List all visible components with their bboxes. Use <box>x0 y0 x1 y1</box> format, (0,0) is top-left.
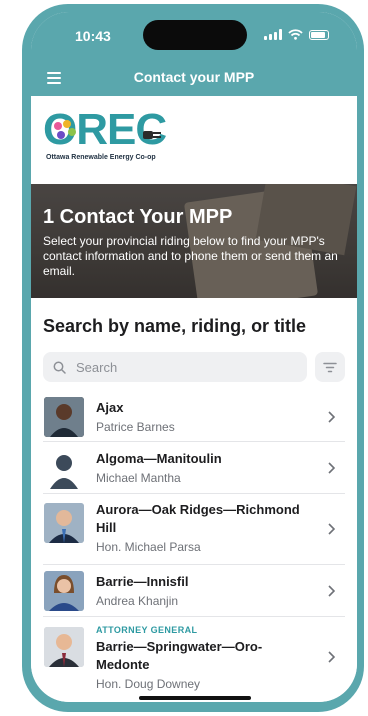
status-bar: 10:43 <box>31 12 357 60</box>
mpp-name: Hon. Michael Parsa <box>96 540 201 554</box>
logo-subtitle: Ottawa Renewable Energy Co-op <box>46 154 156 161</box>
hero-title: 1 Contact Your MPP <box>43 206 233 228</box>
list-item[interactable]: Algoma—Manitoulin Michael Mantha <box>43 442 345 494</box>
avatar <box>44 627 84 667</box>
chevron-right-icon <box>328 651 335 663</box>
list-item[interactable]: ATTORNEY GENERAL Barrie—Springwater—Oro-… <box>43 617 345 697</box>
avatar <box>44 449 84 489</box>
riding-name: Ajax <box>96 400 124 415</box>
logo-dots-icon <box>54 120 76 139</box>
page-title: Contact your MPP <box>133 69 255 85</box>
phone-screen: 10:43 Contact your MPP OREC Ottawa Renew… <box>31 12 357 702</box>
mpp-name: Michael Mantha <box>96 471 181 485</box>
riding-name: Algoma—Manitoulin <box>96 451 222 466</box>
wifi-icon <box>288 29 303 40</box>
mpp-name: Patrice Barnes <box>96 420 175 434</box>
role-badge: ATTORNEY GENERAL <box>96 625 198 635</box>
search-box[interactable] <box>43 352 307 382</box>
home-indicator <box>139 696 251 700</box>
avatar <box>44 503 84 543</box>
list-item[interactable]: Aurora—Oak Ridges—Richmond Hill Hon. Mic… <box>43 494 345 565</box>
content-area: Search by name, riding, or title Ajax <box>31 298 357 702</box>
logo-area: OREC Ottawa Renewable Energy Co-op <box>31 96 357 184</box>
status-time: 10:43 <box>75 28 111 44</box>
avatar <box>44 397 84 437</box>
mpp-name: Hon. Doug Downey <box>96 677 201 691</box>
riding-name: Aurora—Oak Ridges—Richmond Hill <box>96 502 300 535</box>
mpp-name: Andrea Khanjin <box>96 594 179 608</box>
list-item[interactable]: Barrie—Innisfil Andrea Khanjin <box>43 565 345 617</box>
status-icons <box>264 29 329 40</box>
app-header: Contact your MPP <box>31 60 357 96</box>
search-icon <box>53 361 66 374</box>
avatar <box>44 571 84 611</box>
hero-description: Select your provincial riding below to f… <box>43 234 338 278</box>
search-section-title: Search by name, riding, or title <box>43 316 307 336</box>
signal-icon <box>264 29 282 40</box>
mpp-list: Ajax Patrice Barnes Algoma—Manitoulin Mi… <box>31 392 357 697</box>
hero-banner: 1 Contact Your MPP Select your provincia… <box>31 184 357 298</box>
chevron-right-icon <box>328 585 335 597</box>
search-input[interactable] <box>74 358 278 376</box>
chevron-right-icon <box>328 523 335 535</box>
battery-icon <box>309 29 329 40</box>
dynamic-island <box>143 20 247 50</box>
riding-name: Barrie—Innisfil <box>96 574 189 589</box>
list-item[interactable]: Ajax Patrice Barnes <box>43 392 345 442</box>
chevron-right-icon <box>328 411 335 423</box>
filter-icon <box>323 362 337 372</box>
plug-icon <box>143 131 161 139</box>
riding-name: Barrie—Springwater—Oro-Medonte <box>96 639 263 672</box>
chevron-right-icon <box>328 462 335 474</box>
filter-button[interactable] <box>315 352 345 382</box>
